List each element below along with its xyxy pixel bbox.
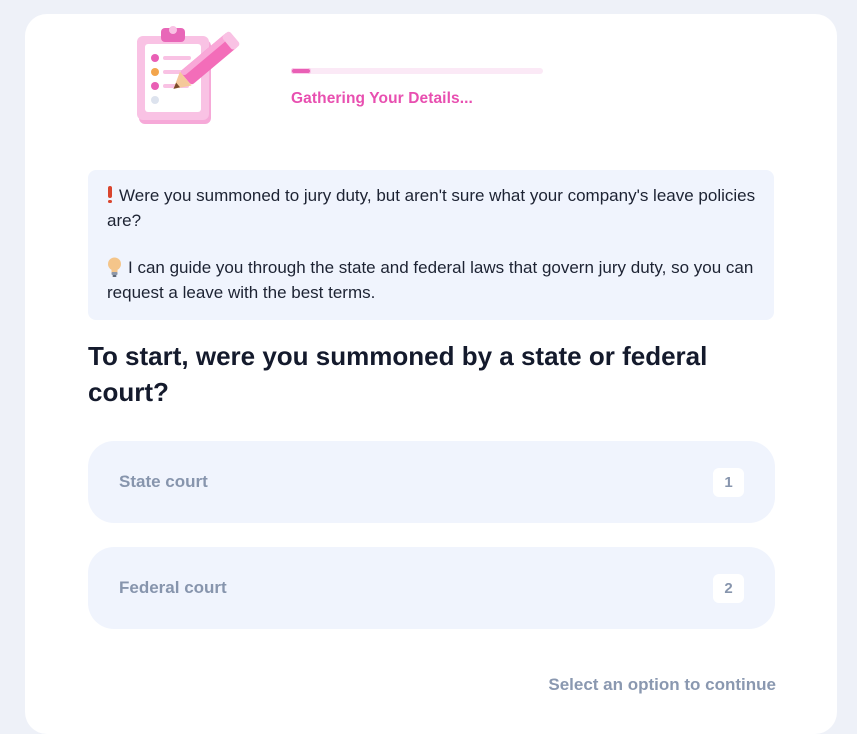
question-heading: To start, were you summoned by a state o… xyxy=(88,341,708,407)
intro-line-2-text: I can guide you through the state and fe… xyxy=(107,258,754,302)
exclamation-icon xyxy=(107,186,113,203)
intro-line-1-text: Were you summoned to jury duty, but aren… xyxy=(107,186,756,230)
option-state-court[interactable]: State court 1 xyxy=(88,441,775,523)
option-label: State court xyxy=(119,472,208,491)
progress-fill xyxy=(291,68,312,74)
intro-message: Were you summoned to jury duty, but aren… xyxy=(88,170,774,320)
progress-bar xyxy=(291,68,543,74)
option-label: Federal court xyxy=(119,578,227,597)
chat-card: Gathering Your Details... Were you summo… xyxy=(25,14,837,734)
continue-hint: Select an option to continue xyxy=(548,675,776,694)
intro-line-2: I can guide you through the state and fe… xyxy=(107,255,757,305)
intro-line-1: Were you summoned to jury duty, but aren… xyxy=(107,183,757,233)
clipboard-pencil-icon xyxy=(137,26,240,124)
option-federal-court[interactable]: Federal court 2 xyxy=(88,547,775,629)
option-key-badge: 1 xyxy=(713,468,744,497)
option-key-badge: 2 xyxy=(713,574,744,603)
lightbulb-icon xyxy=(108,257,121,277)
progress-label: Gathering Your Details... xyxy=(291,90,473,107)
